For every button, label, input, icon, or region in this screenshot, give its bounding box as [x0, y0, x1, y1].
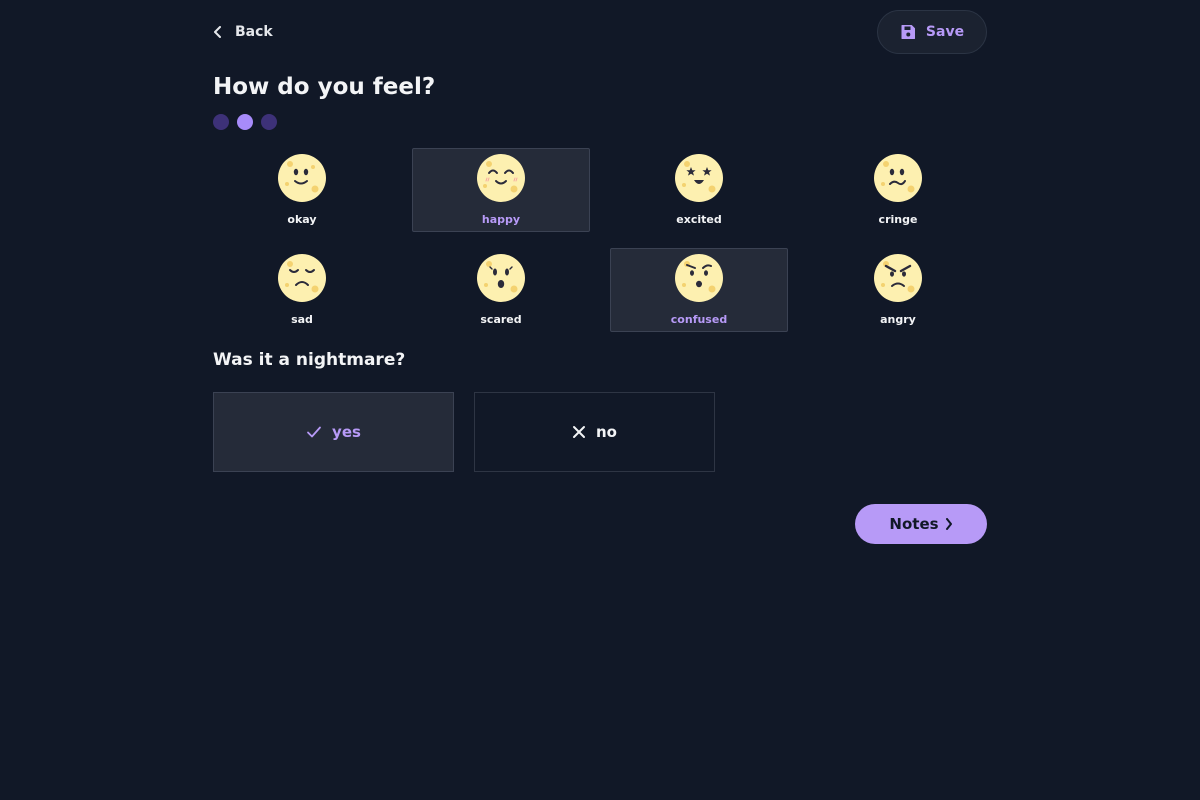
step-dot-3 [261, 114, 277, 130]
no-label: no [596, 423, 617, 441]
step-dot-1 [213, 114, 229, 130]
nightmare-no-option[interactable]: no [474, 392, 715, 472]
close-icon [573, 426, 585, 438]
floppy-disk-icon [901, 25, 915, 39]
back-label: Back [235, 24, 273, 40]
scared-face-icon [477, 254, 525, 302]
nightmare-question: Was it a nightmare? [213, 350, 406, 370]
step-indicator [213, 114, 277, 130]
notes-label: Notes [889, 515, 939, 533]
mood-option-okay[interactable]: okay [213, 148, 391, 232]
mood-label: excited [676, 213, 722, 226]
cringe-face-icon [874, 154, 922, 202]
mood-option-angry[interactable]: angry [809, 248, 987, 332]
sad-face-icon [278, 254, 326, 302]
happy-face-icon [477, 154, 525, 202]
mood-label: okay [287, 213, 317, 226]
yes-label: yes [332, 423, 361, 441]
page-title: How do you feel? [213, 74, 436, 100]
mood-label: angry [880, 313, 916, 326]
nightmare-yes-option[interactable]: yes [213, 392, 454, 472]
confused-face-icon [675, 254, 723, 302]
mood-label: confused [670, 313, 728, 326]
excited-face-icon [675, 154, 723, 202]
save-label: Save [925, 24, 965, 40]
chevron-left-icon [214, 26, 221, 38]
save-button[interactable]: Save [877, 10, 987, 54]
notes-next-button[interactable]: Notes [855, 504, 987, 544]
check-icon [307, 426, 321, 438]
chevron-right-icon [945, 518, 952, 530]
mood-label: cringe [878, 213, 918, 226]
mood-option-cringe[interactable]: cringe [809, 148, 987, 232]
mood-option-sad[interactable]: sad [213, 248, 391, 332]
mood-label: sad [291, 313, 313, 326]
mood-label: scared [480, 313, 522, 326]
mood-label: happy [481, 213, 521, 226]
step-dot-2-active [237, 114, 253, 130]
mood-option-confused[interactable]: confused [610, 248, 788, 332]
angry-face-icon [874, 254, 922, 302]
mood-option-scared[interactable]: scared [412, 248, 590, 332]
mood-option-happy[interactable]: happy [412, 148, 590, 232]
back-button[interactable]: Back [213, 20, 273, 44]
mood-option-excited[interactable]: excited [610, 148, 788, 232]
okay-face-icon [278, 154, 326, 202]
